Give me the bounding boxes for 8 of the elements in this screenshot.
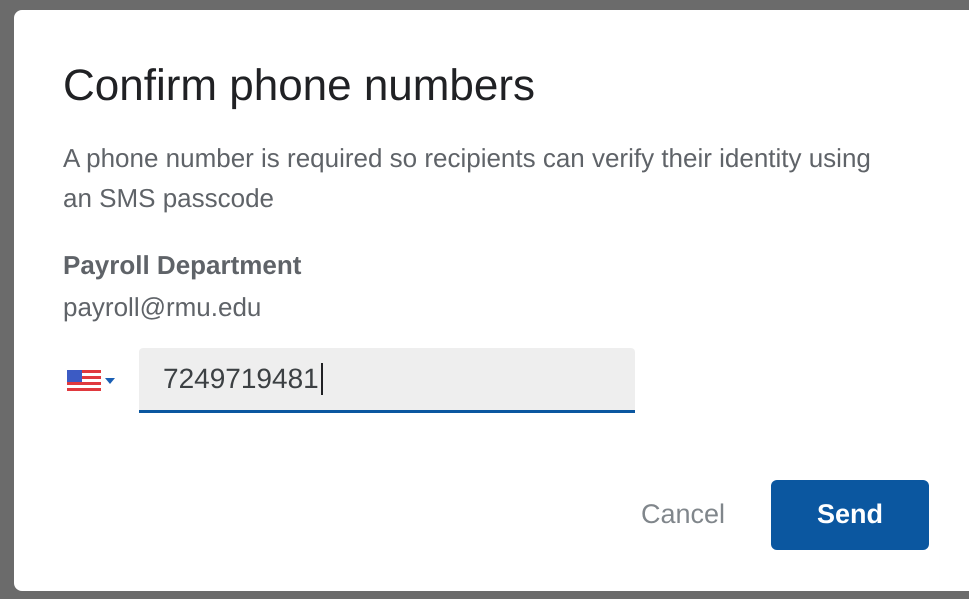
flag-icon	[67, 370, 101, 392]
recipient-name: Payroll Department	[63, 250, 302, 280]
recipient-email: payroll@rmu.edu	[63, 292, 262, 322]
cancel-button[interactable]: Cancel	[624, 479, 741, 550]
description-text: A phone number is required so recipients can verify their identity using an SMS passcode	[63, 142, 872, 215]
phone-input-field[interactable]: 7249719481	[139, 348, 635, 413]
send-button[interactable]: Send	[771, 480, 929, 550]
caret-icon	[105, 378, 115, 384]
